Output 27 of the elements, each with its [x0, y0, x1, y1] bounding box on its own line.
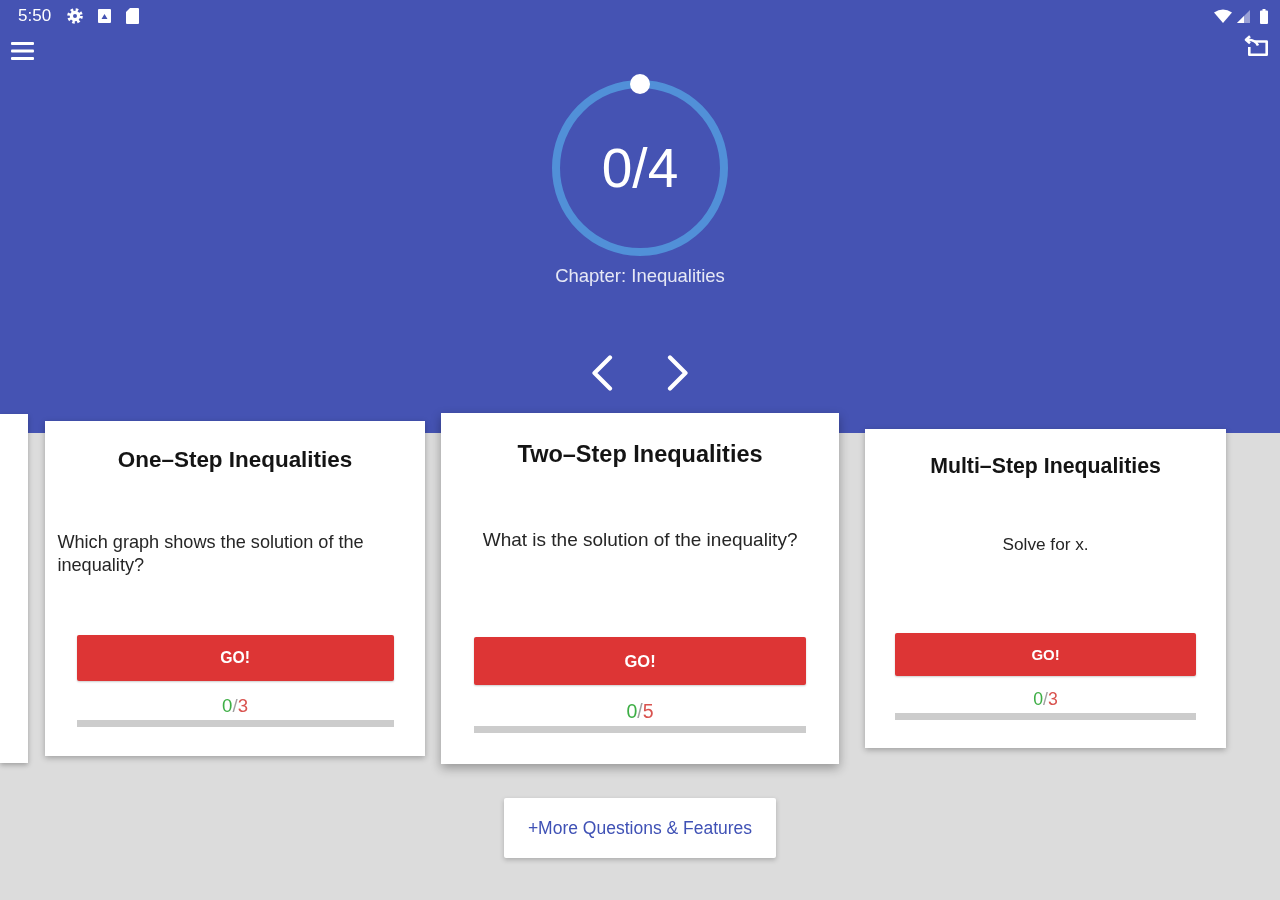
score-text: 0/3: [222, 695, 248, 716]
gear-icon: [67, 8, 84, 24]
menu-icon[interactable]: [11, 42, 34, 60]
question-text: Solve for x.: [1002, 533, 1089, 556]
progress-count: 0/4: [601, 138, 679, 198]
question-text: Which graph shows the solution of the inequality?: [57, 530, 365, 577]
question-text: What is the solution of the inequality?: [482, 528, 798, 552]
card-title: Multi–Step Inequalities: [929, 453, 1162, 480]
chevron-right-icon[interactable]: [667, 355, 689, 391]
chevron-left-icon[interactable]: [591, 355, 613, 391]
signal-icon: [1237, 9, 1250, 23]
wifi-icon: [1214, 9, 1232, 23]
sd-card-icon: [126, 8, 140, 24]
ring-thumb: [630, 74, 650, 94]
clock-time: 5:50: [18, 6, 52, 26]
go-button[interactable]: GO!: [474, 637, 807, 685]
image-icon: [98, 9, 112, 23]
card-title: One–Step Inequalities: [116, 446, 354, 474]
card-title: Two–Step Inequalities: [516, 440, 764, 468]
go-button[interactable]: GO!: [76, 634, 394, 681]
score-text: 0/3: [1033, 689, 1058, 710]
score-text: 0/5: [626, 700, 654, 722]
chapter-label: Chapter: Inequalities: [555, 265, 725, 286]
exit-icon[interactable]: [1244, 35, 1268, 56]
go-button[interactable]: GO!: [895, 632, 1197, 677]
more-features-button[interactable]: +More Questions & Features: [504, 798, 776, 858]
battery-icon: [1260, 8, 1268, 24]
